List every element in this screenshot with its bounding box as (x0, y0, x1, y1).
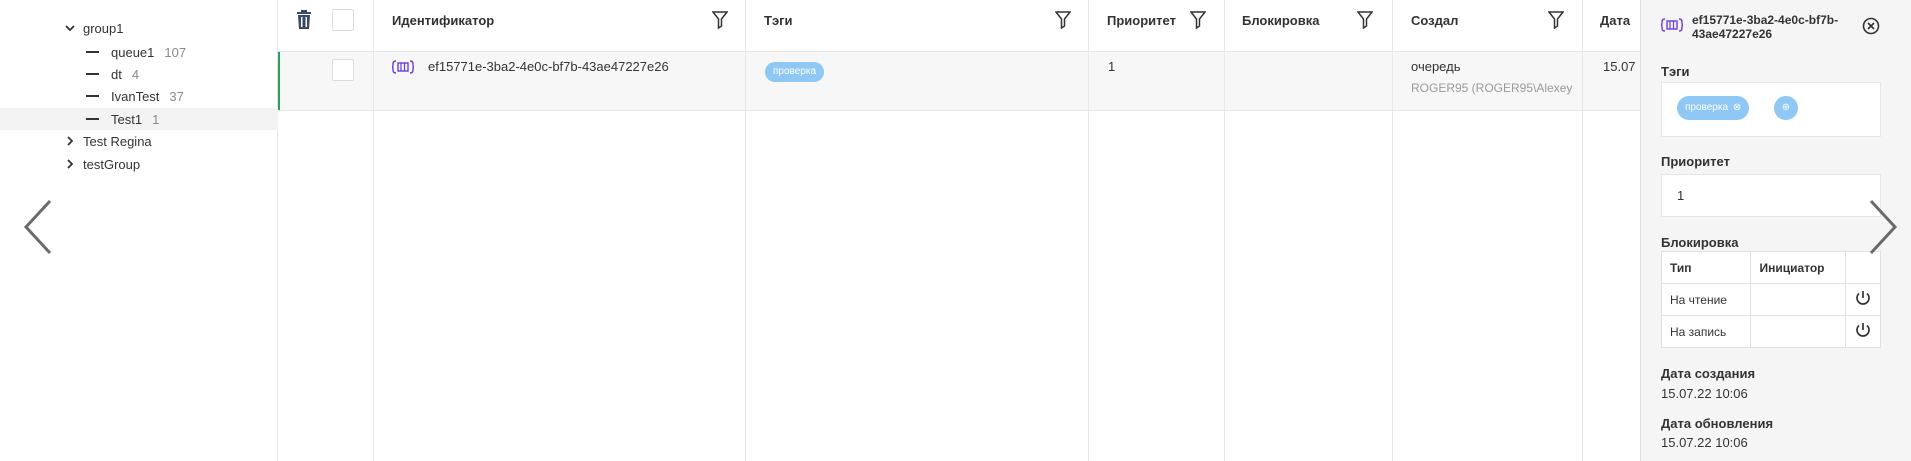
tree-item-count: 1 (152, 111, 160, 127)
select-all-checkbox[interactable] (332, 9, 354, 31)
tree-item-label: Test1 (111, 111, 143, 127)
lock-row-type: На запись (1660, 315, 1752, 348)
power-icon[interactable] (1845, 283, 1881, 316)
lock-label: Блокировка (1661, 235, 1739, 250)
tag-badge-label: проверка (1685, 102, 1729, 113)
tree-leaf-dash (86, 51, 99, 53)
trash-icon[interactable] (296, 10, 312, 30)
priority-field[interactable]: 1 (1661, 174, 1881, 217)
priority-value: 1 (1677, 188, 1685, 203)
close-icon[interactable] (1862, 17, 1880, 35)
chevron-right-icon (63, 134, 77, 148)
filter-icon[interactable] (711, 11, 729, 30)
tree-item-dt[interactable]: dt 4 (0, 63, 278, 85)
tags-label: Тэги (1661, 64, 1690, 79)
queue-tree-sidebar: group1 queue1 107 dt 4 IvanTest 37 Test1… (0, 0, 278, 461)
tree-item-label: queue1 (111, 44, 155, 60)
row-priority: 1 (1108, 59, 1116, 74)
header-divider (278, 51, 1640, 52)
updated-label: Дата обновления (1661, 416, 1774, 431)
row-id-link[interactable]: ef15771e-3ba2-4e0c-bf7b-43ae47227e26 (428, 59, 669, 74)
column-header-tags[interactable]: Тэги (764, 13, 793, 28)
tree-item-label: IvanTest (111, 88, 160, 104)
tree-item-count: 107 (164, 44, 187, 60)
column-header-lock[interactable]: Блокировка (1242, 13, 1319, 28)
tree-leaf-dash (86, 118, 99, 120)
priority-label: Приоритет (1661, 154, 1730, 169)
column-divider (745, 0, 746, 461)
row-checkbox[interactable] (332, 59, 354, 81)
chevron-down-icon (63, 21, 77, 35)
column-header-priority[interactable]: Приоритет (1107, 13, 1176, 28)
tree-leaf-dash (86, 73, 99, 75)
lock-row-type: На чтение (1660, 283, 1752, 316)
queue-icon (1660, 18, 1684, 32)
tag-badge[interactable]: проверка ⊗ (1677, 96, 1750, 120)
created-label: Дата создания (1661, 366, 1756, 381)
filter-icon[interactable] (1356, 11, 1374, 30)
tree-item-queue1[interactable]: queue1 107 (0, 41, 278, 63)
column-header-id[interactable]: Идентификатор (392, 13, 494, 28)
created-value: 15.07.22 10:06 (1661, 386, 1748, 401)
tree-item-test1[interactable]: Test1 1 (0, 108, 278, 130)
tree-item-group1[interactable]: group1 (0, 17, 278, 39)
tree-item-label: dt (111, 66, 122, 82)
add-tag-button[interactable]: ⊕ (1774, 96, 1798, 120)
column-header-created-by[interactable]: Создал (1411, 13, 1458, 28)
lock-header-type: Тип (1660, 251, 1752, 284)
column-divider (1224, 0, 1225, 461)
lock-row-initiator (1750, 283, 1847, 316)
queue-icon (391, 60, 415, 74)
tree-item-ivantest[interactable]: IvanTest 37 (0, 85, 278, 107)
filter-icon[interactable] (1547, 11, 1565, 30)
tree-item-test-regina[interactable]: Test Regina (0, 130, 278, 152)
tree-item-label: testGroup (83, 156, 141, 172)
filter-icon[interactable] (1054, 11, 1072, 30)
updated-value: 15.07.22 10:06 (1661, 435, 1748, 450)
lock-header-initiator: Инициатор (1750, 251, 1847, 284)
tree-item-label: group1 (83, 20, 124, 36)
column-divider (1582, 0, 1583, 461)
column-divider (1088, 0, 1089, 461)
lock-row-initiator (1750, 315, 1847, 348)
filter-icon[interactable] (1189, 11, 1207, 30)
app-root: group1 queue1 107 dt 4 IvanTest 37 Test1… (0, 0, 1911, 461)
column-divider (373, 0, 374, 461)
chevron-right-icon (63, 157, 77, 171)
row-date: 15.07 (1603, 59, 1636, 74)
tree-item-count: 4 (131, 66, 140, 82)
remove-tag-icon[interactable]: ⊗ (1733, 102, 1741, 113)
column-divider (1392, 0, 1393, 461)
row-divider (278, 110, 1640, 111)
row-created-by: очередь (1411, 59, 1461, 74)
tree-leaf-dash (86, 95, 99, 97)
lock-row-write: На запись (1660, 315, 1881, 348)
chevron-right-icon[interactable] (1863, 195, 1903, 259)
lock-row-read: На чтение (1660, 283, 1881, 316)
lock-table: Тип Инициатор На чтение На запись (1660, 251, 1881, 348)
tree-item-label: Test Regina (83, 133, 152, 149)
tree-item-count: 37 (169, 88, 184, 104)
row-created-by-user: ROGER95 (ROGER95\Alexey (1411, 81, 1573, 95)
column-header-date[interactable]: Дата (1600, 13, 1630, 28)
tree-item-testgroup[interactable]: testGroup (0, 153, 278, 175)
chevron-left-icon[interactable] (18, 195, 58, 259)
power-icon[interactable] (1845, 315, 1881, 348)
row-selected-accent (278, 52, 280, 110)
tag-badge[interactable]: проверка (765, 62, 825, 82)
details-title: ef15771e-3ba2-4e0c-bf7b-43ae47227e26 (1692, 13, 1839, 41)
lock-table-header: Тип Инициатор (1660, 251, 1881, 284)
details-panel: ef15771e-3ba2-4e0c-bf7b-43ae47227e26 Тэг… (1640, 0, 1911, 461)
